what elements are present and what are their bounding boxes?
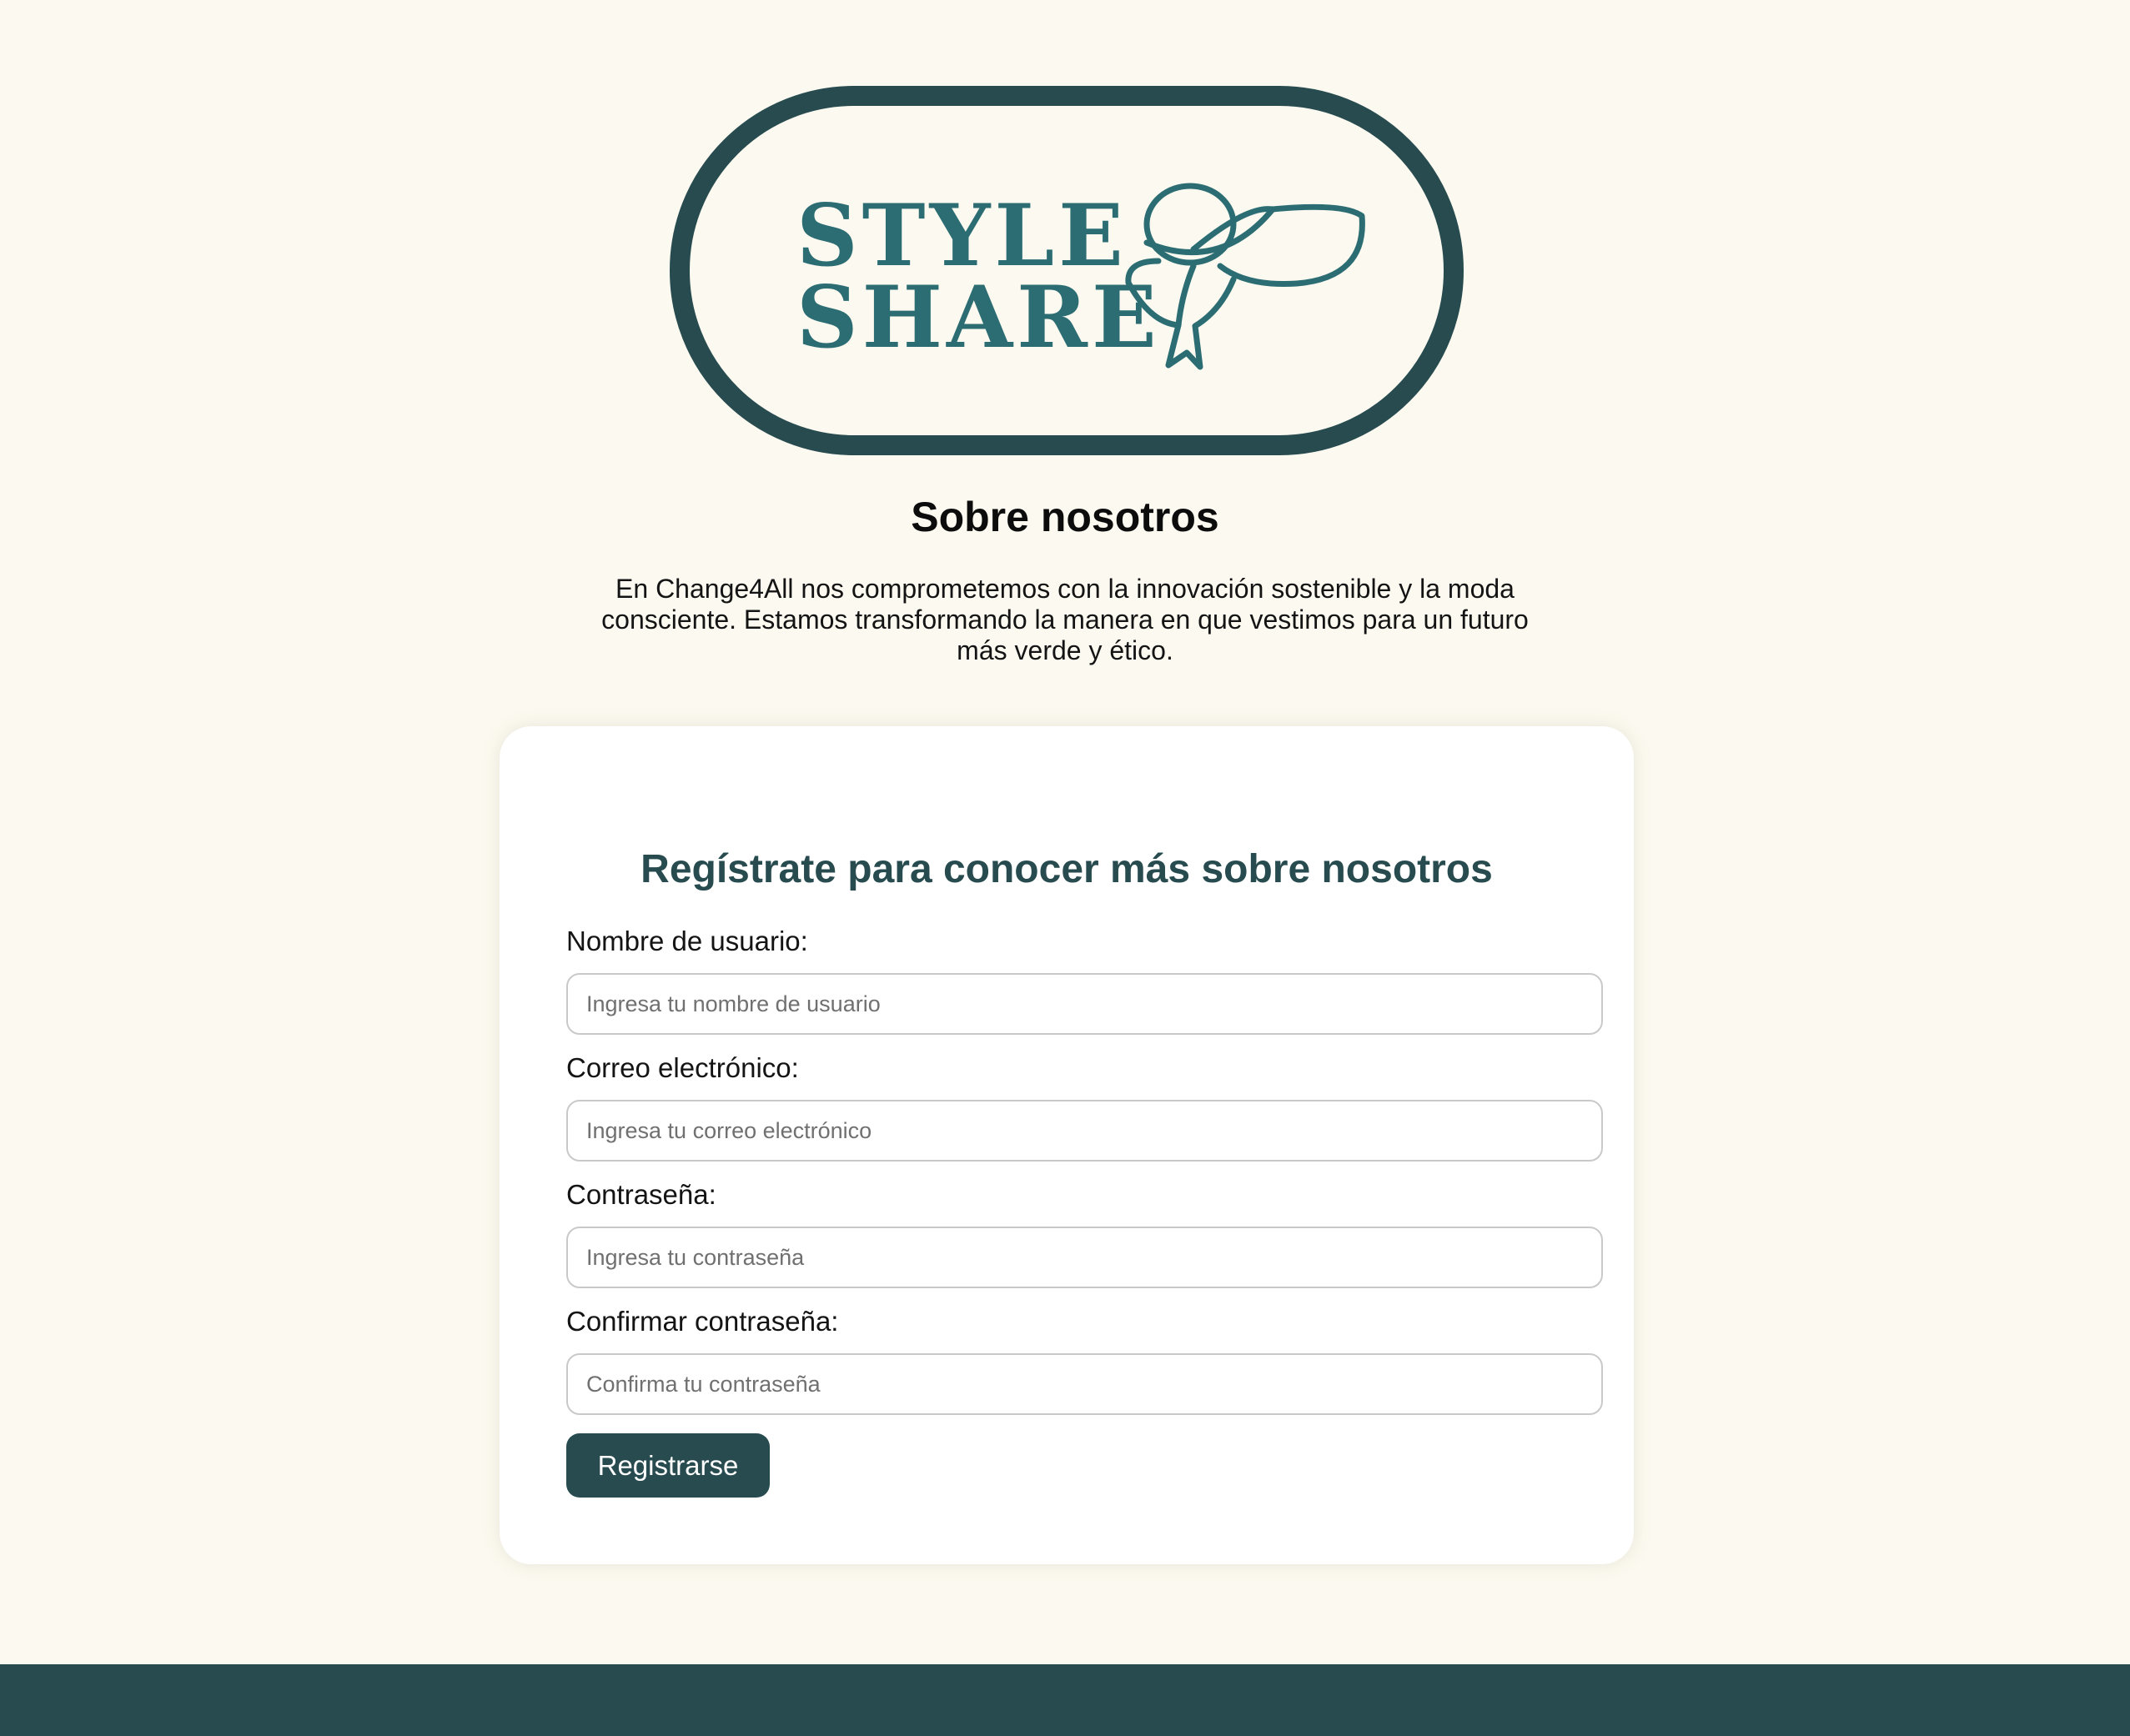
confirm-password-input[interactable] (566, 1353, 1603, 1415)
style-share-logo: STYLE SHARE (670, 86, 1464, 455)
username-input[interactable] (566, 973, 1603, 1035)
confirm-password-label: Confirmar contraseña: (566, 1306, 839, 1337)
about-title: Sobre nosotros (911, 494, 1219, 540)
form-title: Regístrate para conocer más sobre nosotr… (641, 847, 1493, 891)
register-button[interactable]: Registrarse (566, 1433, 770, 1498)
footer-bar (0, 1664, 2130, 1736)
logo-text-line2: SHARE (796, 268, 1161, 368)
password-label: Contraseña: (566, 1179, 716, 1210)
about-text: En Change4All nos comprometemos con la i… (601, 574, 1529, 665)
password-input[interactable] (566, 1227, 1603, 1288)
email-input[interactable] (566, 1100, 1603, 1162)
registration-card: Regístrate para conocer más sobre nosotr… (500, 726, 1634, 1564)
email-label: Correo electrónico: (566, 1052, 799, 1083)
username-label: Nombre de usuario: (566, 926, 808, 956)
